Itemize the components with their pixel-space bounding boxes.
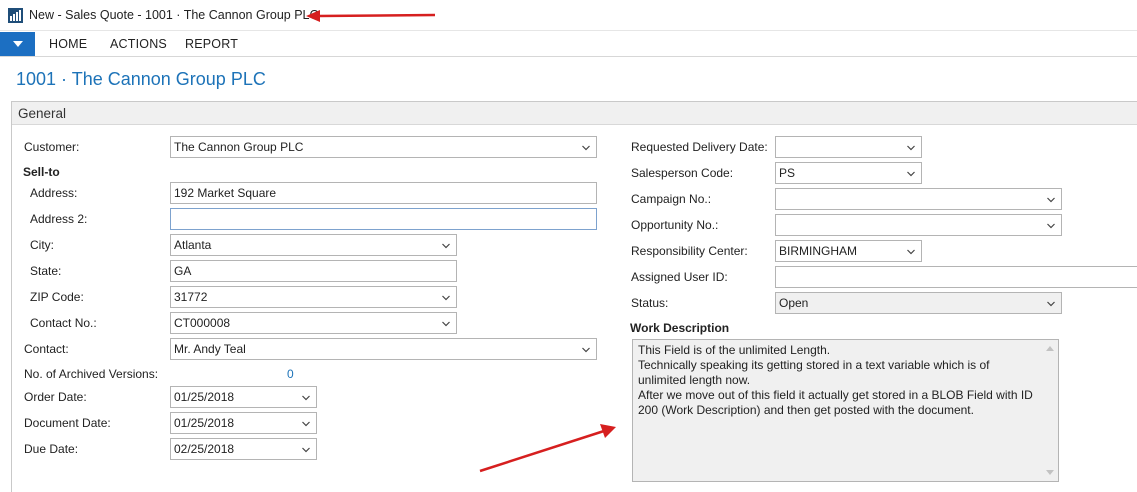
order-date-value: 01/25/2018	[174, 390, 235, 404]
state-label: State:	[30, 264, 62, 278]
state-field[interactable]: GA	[170, 260, 457, 282]
salesperson-code-label: Salesperson Code:	[631, 166, 734, 180]
address2-label: Address 2:	[30, 212, 88, 226]
opportunity-no-field[interactable]	[775, 214, 1062, 236]
due-date-field[interactable]: 02/25/2018	[170, 438, 317, 460]
sellto-group-label: Sell-to	[23, 165, 60, 179]
scroll-up-icon[interactable]	[1046, 346, 1054, 351]
work-description-line: unlimited length now.	[638, 373, 751, 387]
address-label: Address:	[30, 186, 78, 200]
zip-label: ZIP Code:	[30, 290, 84, 304]
chevron-down-icon[interactable]	[302, 394, 310, 402]
salesperson-code-value: PS	[779, 166, 796, 180]
ribbon: HOME ACTIONS REPORT	[0, 31, 1137, 57]
chevron-down-icon[interactable]	[442, 242, 450, 250]
chevron-down-icon[interactable]	[907, 248, 915, 256]
salesperson-code-field[interactable]: PS	[775, 162, 922, 184]
chevron-down-icon[interactable]	[1047, 222, 1055, 230]
chevron-down-icon[interactable]	[582, 144, 590, 152]
chevron-down-icon[interactable]	[907, 144, 915, 152]
work-description-label: Work Description	[630, 321, 730, 335]
chevron-down-icon[interactable]	[907, 170, 915, 178]
assigned-user-id-field[interactable]	[775, 266, 1137, 288]
city-value: Atlanta	[174, 238, 212, 252]
chevron-down-icon[interactable]	[302, 446, 310, 454]
contactno-label: Contact No.:	[30, 316, 97, 330]
contact-value: Mr. Andy Teal	[174, 342, 246, 356]
tab-report[interactable]: REPORT	[185, 37, 238, 51]
archived-versions-value[interactable]: 0	[287, 367, 294, 381]
chevron-down-icon[interactable]	[582, 346, 590, 354]
zip-field[interactable]: 31772	[170, 286, 457, 308]
contactno-value: CT000008	[174, 316, 231, 330]
campaign-no-field[interactable]	[775, 188, 1062, 210]
app-menu-button[interactable]	[0, 32, 35, 56]
window-title: New - Sales Quote - 1001 · The Cannon Gr…	[29, 8, 319, 22]
state-value: GA	[174, 264, 192, 278]
address2-field[interactable]	[170, 208, 597, 230]
document-date-value: 01/25/2018	[174, 416, 235, 430]
chevron-down-icon[interactable]	[442, 320, 450, 328]
address-value: 192 Market Square	[174, 186, 277, 200]
work-description-textarea[interactable]: This Field is of the unlimited Length. T…	[632, 339, 1059, 482]
order-date-label: Order Date:	[24, 390, 87, 404]
zip-value: 31772	[174, 290, 208, 304]
city-field[interactable]: Atlanta	[170, 234, 457, 256]
responsibility-center-field[interactable]: BIRMINGHAM	[775, 240, 922, 262]
customer-field[interactable]: The Cannon Group PLC	[170, 136, 597, 158]
customer-label: Customer:	[24, 140, 80, 154]
chevron-down-icon[interactable]	[1047, 196, 1055, 204]
address-field[interactable]: 192 Market Square	[170, 182, 597, 204]
page-title: 1001 · The Cannon Group PLC	[16, 69, 266, 89]
work-description-line: Technically speaking its getting stored …	[638, 358, 990, 372]
responsibility-center-value: BIRMINGHAM	[779, 244, 857, 258]
chevron-down-icon[interactable]	[442, 294, 450, 302]
work-description-line: After we move out of this field it actua…	[638, 388, 1033, 402]
status-field[interactable]: Open	[775, 292, 1062, 314]
work-description-text: This Field is of the unlimited Length. T…	[638, 343, 1038, 418]
tab-actions[interactable]: ACTIONS	[110, 37, 167, 51]
contact-label: Contact:	[24, 342, 69, 356]
city-label: City:	[30, 238, 54, 252]
responsibility-center-label: Responsibility Center:	[631, 244, 748, 258]
due-date-label: Due Date:	[24, 442, 79, 456]
opportunity-no-label: Opportunity No.:	[631, 218, 719, 232]
chevron-down-icon[interactable]	[1047, 300, 1055, 308]
due-date-value: 02/25/2018	[174, 442, 235, 456]
archived-versions-label: No. of Archived Versions:	[24, 367, 159, 381]
order-date-field[interactable]: 01/25/2018	[170, 386, 317, 408]
status-value: Open	[779, 296, 809, 310]
tab-home[interactable]: HOME	[49, 37, 87, 51]
campaign-no-label: Campaign No.:	[631, 192, 712, 206]
document-date-label: Document Date:	[24, 416, 111, 430]
scroll-down-icon[interactable]	[1046, 470, 1054, 475]
document-date-field[interactable]: 01/25/2018	[170, 412, 317, 434]
contact-field[interactable]: Mr. Andy Teal	[170, 338, 597, 360]
chevron-down-icon[interactable]	[302, 420, 310, 428]
requested-delivery-date-label: Requested Delivery Date:	[631, 140, 768, 154]
customer-value: The Cannon Group PLC	[174, 140, 304, 154]
contactno-field[interactable]: CT000008	[170, 312, 457, 334]
work-description-line: 200 (Work Description) and then get post…	[638, 403, 974, 417]
requested-delivery-date-field[interactable]	[775, 136, 922, 158]
chart-icon	[8, 8, 23, 23]
status-label: Status:	[631, 296, 669, 310]
work-description-line: This Field is of the unlimited Length.	[638, 343, 831, 357]
memo-scrollbar[interactable]	[1042, 340, 1058, 481]
fasttab-header-general[interactable]: General	[12, 102, 1137, 125]
title-bar: New - Sales Quote - 1001 · The Cannon Gr…	[0, 0, 1137, 31]
assigned-user-id-label: Assigned User ID:	[631, 270, 728, 284]
